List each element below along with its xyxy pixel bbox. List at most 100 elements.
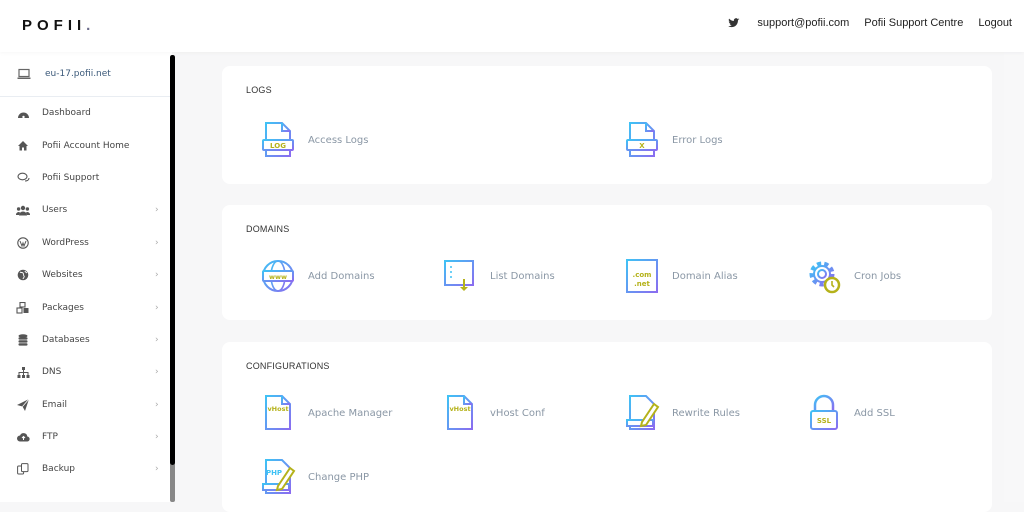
- vhost-conf-tile[interactable]: vHost vHost Conf: [442, 394, 545, 432]
- sidebar-item-pofii-support[interactable]: Pofii Support: [0, 162, 172, 194]
- sidebar-item-label: Packages: [42, 302, 84, 313]
- vhost-file-icon: vHost: [265, 395, 291, 430]
- sidebar-item-label: Pofii Account Home: [42, 140, 130, 151]
- svg-text:LOG: LOG: [270, 142, 286, 150]
- support-centre-link[interactable]: Pofii Support Centre: [864, 17, 963, 29]
- sidebar-item-label: Pofii Support: [42, 172, 100, 183]
- svg-text:vHost: vHost: [267, 405, 288, 413]
- chevron-right-icon: ›: [155, 205, 159, 216]
- sidebar-item-dashboard[interactable]: Dashboard: [0, 97, 172, 129]
- sidebar-item-websites[interactable]: Websites ›: [0, 259, 172, 291]
- gear-clock-icon: [809, 261, 841, 294]
- logout-link[interactable]: Logout: [978, 17, 1012, 29]
- chat-icon: [16, 171, 30, 185]
- laptop-icon: [17, 68, 31, 79]
- paper-plane-icon: [16, 398, 30, 412]
- sidebar-item-wordpress[interactable]: WordPress ›: [0, 227, 172, 259]
- change-php-tile[interactable]: PHP Change PHP: [260, 458, 369, 496]
- sidebar-item-label: FTP: [42, 432, 58, 443]
- svg-text:.net: .net: [634, 280, 650, 288]
- chevron-right-icon: ›: [155, 464, 159, 475]
- sidebar-item-pofii-account-home[interactable]: Pofii Account Home: [0, 129, 172, 161]
- edit-file-icon: [626, 395, 660, 430]
- tile-label: Cron Jobs: [854, 270, 902, 282]
- domains-card: DOMAINS www Add Domains List Domains .co…: [222, 205, 992, 320]
- sidebar-item-ftp[interactable]: FTP ›: [0, 421, 172, 453]
- sitemap-icon: [16, 365, 30, 379]
- tile-label: Error Logs: [672, 134, 723, 146]
- tile-label: Add Domains: [308, 270, 375, 282]
- tile-label: Access Logs: [308, 134, 369, 146]
- sidebar-item-backup[interactable]: Backup ›: [0, 453, 172, 485]
- tile-label: Rewrite Rules: [672, 407, 740, 419]
- support-email-link[interactable]: support@pofii.com: [757, 17, 849, 29]
- sidebar-scrollbar-thumb[interactable]: [170, 55, 175, 465]
- tile-label: Apache Manager: [308, 407, 393, 419]
- page-scrollbar[interactable]: [1004, 52, 1024, 502]
- users-icon: [16, 203, 30, 217]
- cron-jobs-tile[interactable]: Cron Jobs: [806, 257, 901, 295]
- svg-text:X: X: [639, 142, 645, 150]
- chevron-right-icon: ›: [155, 237, 159, 248]
- globe-icon: [16, 268, 30, 282]
- rewrite-rules-tile[interactable]: Rewrite Rules: [624, 394, 740, 432]
- chevron-right-icon: ›: [155, 334, 159, 345]
- server-item[interactable]: eu-17.pofii.net: [0, 52, 172, 97]
- sidebar-item-email[interactable]: Email ›: [0, 389, 172, 421]
- dashboard-icon: [16, 106, 30, 120]
- list-domains-tile[interactable]: List Domains: [442, 257, 555, 295]
- twitter-icon[interactable]: [728, 17, 740, 29]
- copy-icon: [16, 462, 30, 476]
- chevron-right-icon: ›: [155, 270, 159, 281]
- sidebar-item-label: Backup: [42, 464, 75, 475]
- add-domains-tile[interactable]: www Add Domains: [260, 257, 375, 295]
- logs-card: LOGS LOG Access Logs X Error Logs: [222, 66, 992, 184]
- packages-icon: [16, 301, 30, 315]
- sidebar-item-label: WordPress: [42, 237, 89, 248]
- apache-manager-tile[interactable]: vHost Apache Manager: [260, 394, 392, 432]
- chevron-right-icon: ›: [155, 399, 159, 410]
- configurations-card: CONFIGURATIONS vHost Apache Manager vHos…: [222, 342, 992, 512]
- section-title: CONFIGURATIONS: [246, 361, 330, 371]
- sidebar-item-label: Databases: [42, 334, 90, 345]
- section-title: LOGS: [246, 85, 272, 95]
- add-ssl-tile[interactable]: SSL Add SSL: [806, 394, 895, 432]
- svg-text:www: www: [269, 273, 287, 281]
- wordpress-icon: [16, 236, 30, 250]
- sidebar-item-users[interactable]: Users ›: [0, 194, 172, 226]
- domain-alias-tile[interactable]: .com .net Domain Alias: [624, 257, 738, 295]
- sidebar-item-label: Websites: [42, 270, 83, 281]
- php-file-icon: PHP: [262, 459, 296, 494]
- sidebar-item-label: Email: [42, 399, 67, 410]
- list-download-icon: [444, 260, 474, 291]
- top-bar: POFII. support@pofii.com Pofii Support C…: [0, 0, 1024, 52]
- log-file-icon: LOG: [262, 122, 294, 157]
- svg-text:vHost: vHost: [449, 405, 470, 413]
- tile-label: Add SSL: [854, 407, 895, 419]
- sidebar-item-packages[interactable]: Packages ›: [0, 291, 172, 323]
- chevron-right-icon: ›: [155, 367, 159, 378]
- error-file-icon: X: [626, 122, 658, 157]
- ssl-lock-icon: SSL: [810, 394, 838, 430]
- logo[interactable]: POFII.: [22, 17, 95, 34]
- tile-label: List Domains: [490, 270, 555, 282]
- sidebar-item-databases[interactable]: Databases ›: [0, 324, 172, 356]
- access-logs-tile[interactable]: LOG Access Logs: [260, 121, 368, 159]
- sidebar-item-label: Users: [42, 205, 68, 216]
- section-title: DOMAINS: [246, 224, 290, 234]
- globe-www-icon: www: [262, 260, 294, 292]
- database-icon: [16, 333, 30, 347]
- svg-text:SSL: SSL: [817, 417, 832, 425]
- tile-label: Domain Alias: [672, 270, 738, 282]
- browser-domain-icon: .com .net: [626, 259, 658, 293]
- top-nav: support@pofii.com Pofii Support Centre L…: [728, 17, 1012, 29]
- sidebar-item-label: DNS: [42, 367, 62, 378]
- svg-text:.com: .com: [633, 271, 652, 279]
- cloud-upload-icon: [16, 430, 30, 444]
- svg-text:PHP: PHP: [266, 469, 282, 477]
- sidebar: eu-17.pofii.net Dashboard Pofii Account H…: [0, 52, 172, 502]
- tile-label: Change PHP: [308, 471, 370, 483]
- sidebar-item-dns[interactable]: DNS ›: [0, 356, 172, 388]
- error-logs-tile[interactable]: X Error Logs: [624, 121, 723, 159]
- chevron-right-icon: ›: [155, 302, 159, 313]
